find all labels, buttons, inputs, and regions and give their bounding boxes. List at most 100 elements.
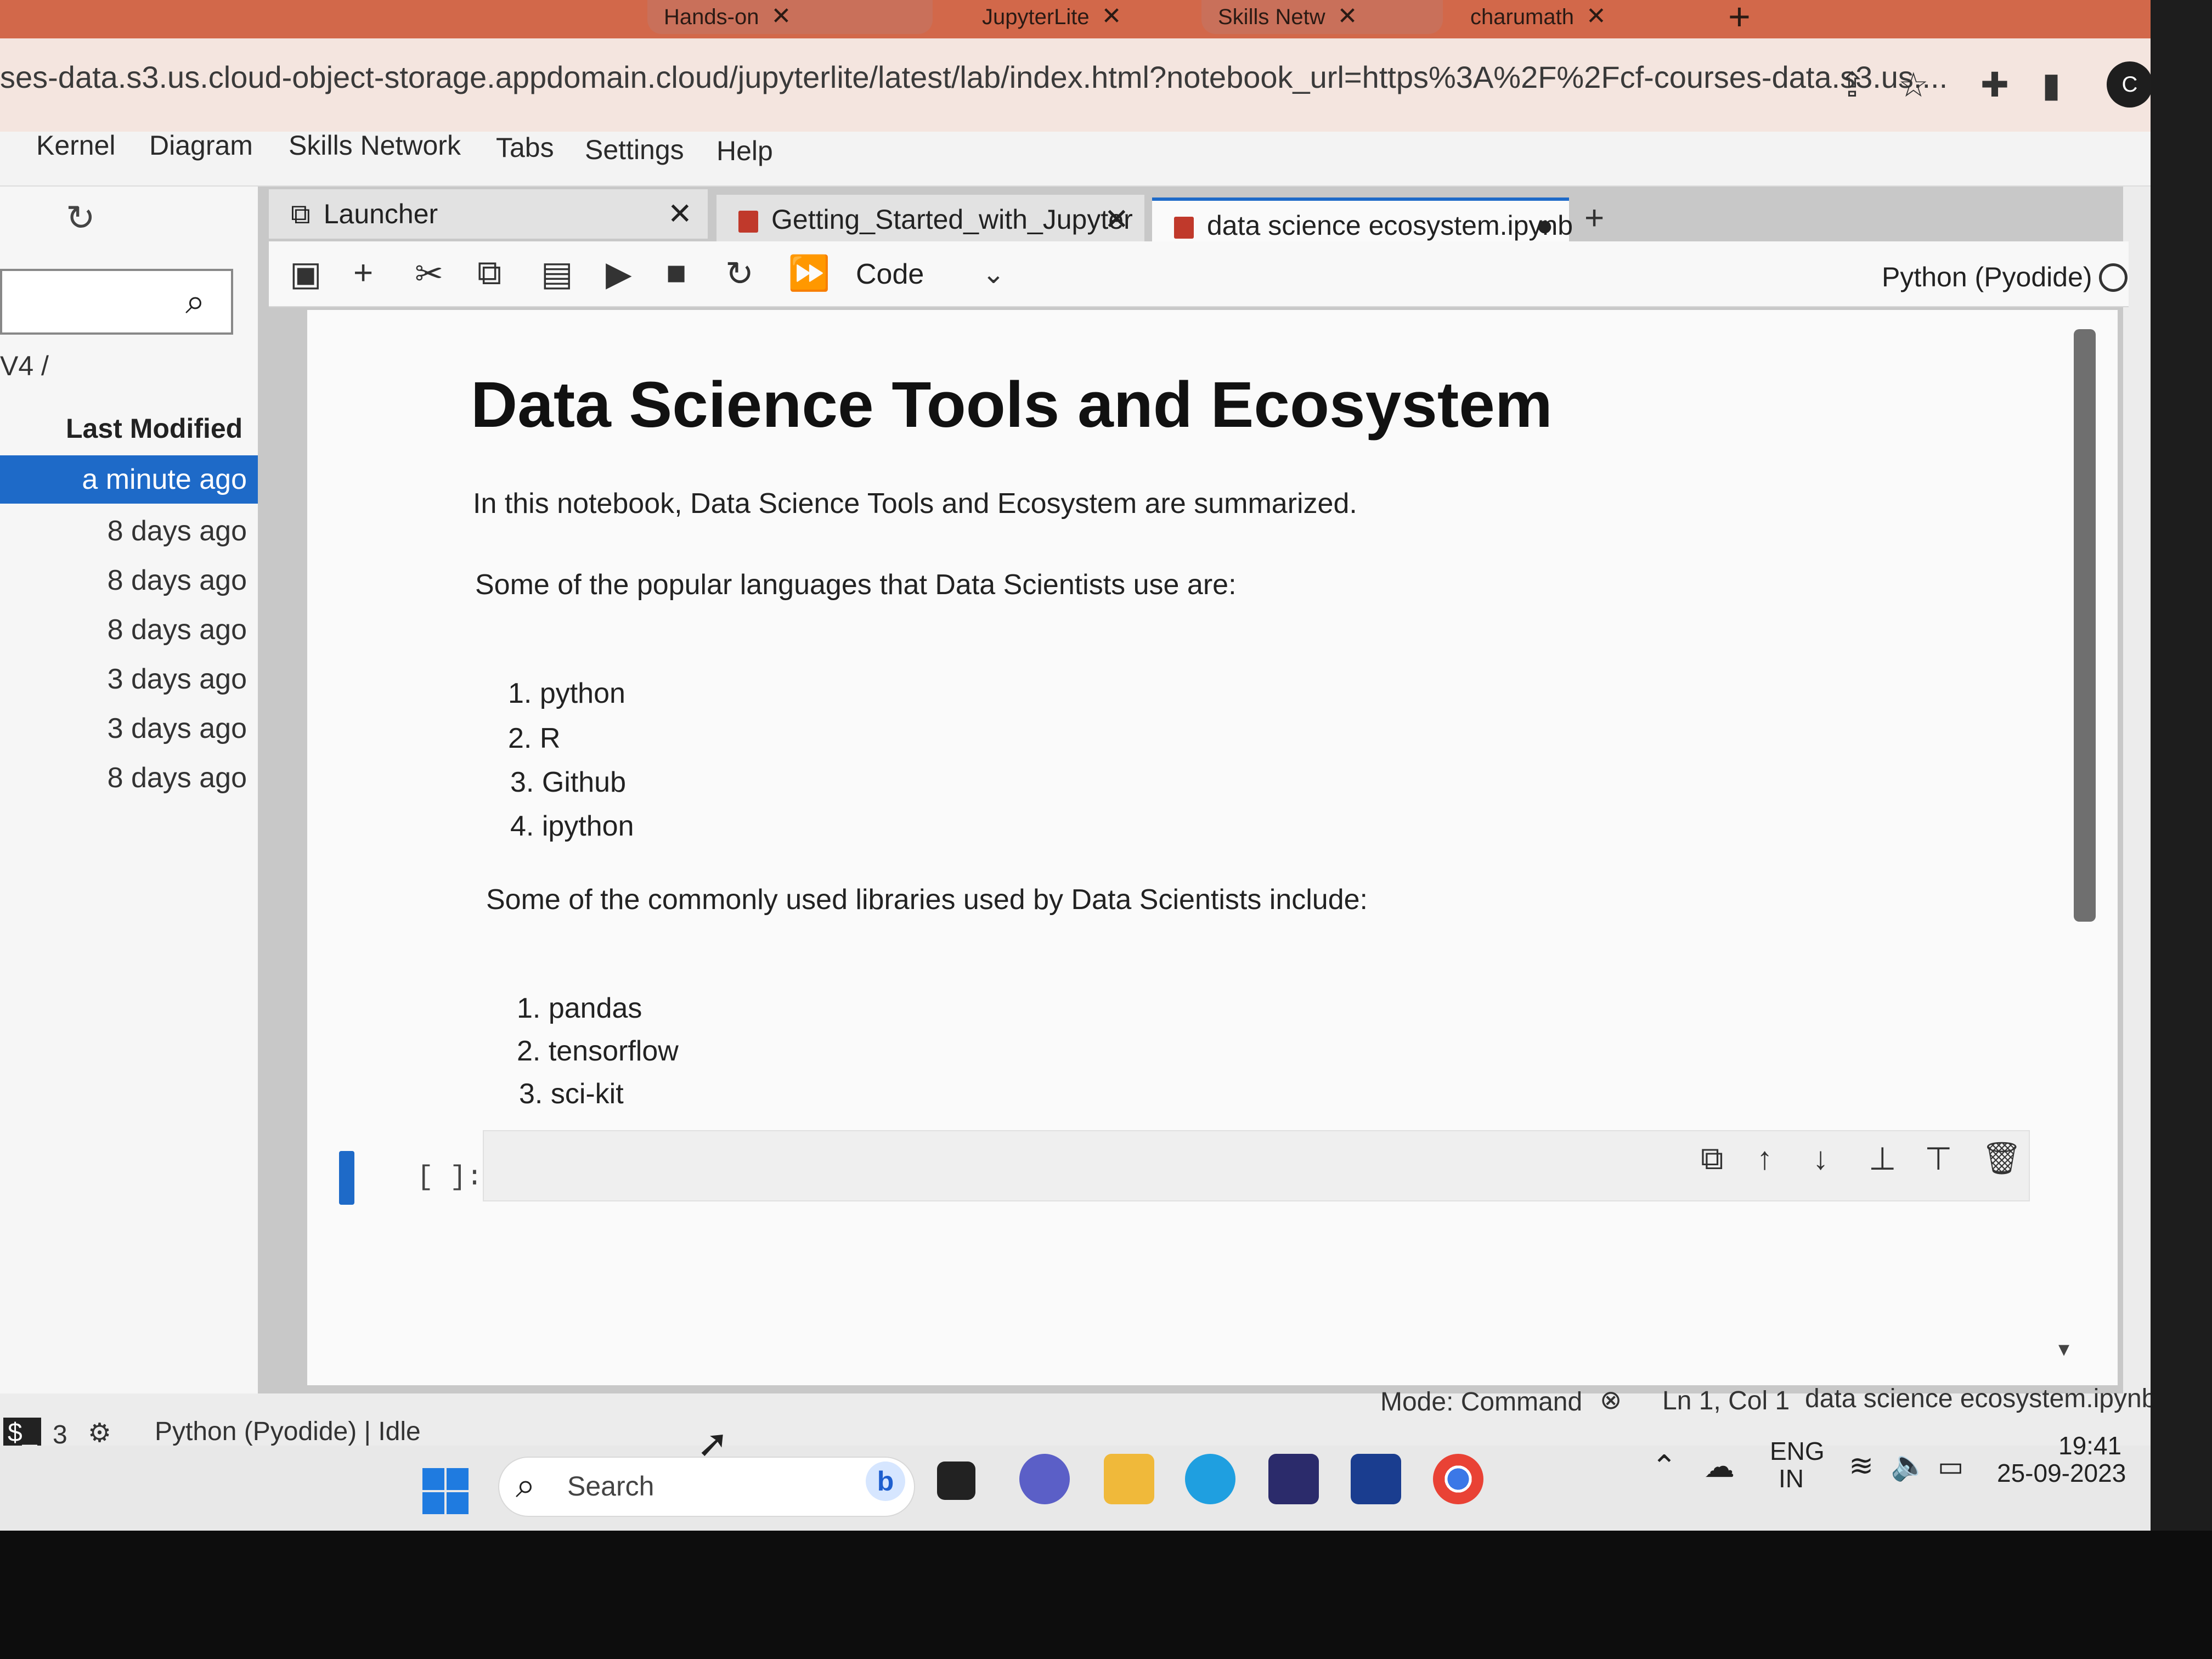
taskbar <box>0 1446 2151 1531</box>
clock-date[interactable]: 25-09-2023 <box>1997 1458 2126 1488</box>
insert-above-icon[interactable]: ⊥ <box>1869 1140 1897 1177</box>
chevron-down-icon[interactable]: ⌄ <box>982 258 1005 290</box>
microsoft-store-icon[interactable] <box>1268 1454 1319 1504</box>
breadcrumb[interactable]: V4 / <box>0 350 49 382</box>
paste-icon[interactable]: ▤ <box>541 253 573 294</box>
cell-type-select[interactable]: Code <box>856 258 924 291</box>
new-tab-icon[interactable]: + <box>1728 0 1751 38</box>
restart-icon[interactable]: ↻ <box>725 253 754 294</box>
launcher-icon: ⧉ <box>291 199 311 229</box>
extensions-icon[interactable]: ✚ <box>1980 65 2009 105</box>
file-row[interactable]: 8 days ago <box>0 606 263 654</box>
error-icon[interactable]: ⊗ <box>1600 1385 1622 1415</box>
browser-tab[interactable]: JupyterLite ✕ <box>966 0 1185 34</box>
task-view-icon[interactable] <box>937 1462 975 1500</box>
region-code: IN <box>1779 1464 1804 1493</box>
delete-cell-icon[interactable]: 🗑 <box>1982 1140 2022 1177</box>
column-header-last-modified[interactable]: Last Modified <box>66 413 242 444</box>
move-up-icon[interactable]: ↑ <box>1757 1140 1773 1177</box>
scroll-down-icon[interactable]: ▾ <box>2058 1336 2069 1362</box>
stop-icon[interactable]: ■ <box>666 253 686 292</box>
close-icon[interactable]: ✕ <box>1338 3 1358 30</box>
file-row[interactable]: 8 days ago <box>0 507 263 555</box>
refresh-icon[interactable]: ↻ <box>66 198 95 239</box>
code-cell-input[interactable] <box>483 1130 2030 1201</box>
terminal-icon[interactable]: $_ <box>3 1418 42 1448</box>
teams-chat-icon[interactable] <box>1019 1454 1070 1504</box>
share-icon[interactable]: ⇪ <box>1838 65 1866 105</box>
languages-intro: Some of the popular languages that Data … <box>475 569 1237 601</box>
mouse-cursor-icon: ➚ <box>697 1422 729 1465</box>
cut-icon[interactable]: ✂ <box>415 253 443 294</box>
tab-data-science-ecosystem[interactable]: data science ecosystem.ipynb ● <box>1152 198 1573 247</box>
menu-kernel[interactable]: Kernel <box>36 129 116 161</box>
kernel-status[interactable]: Python (Pyodide) | Idle <box>155 1417 421 1447</box>
scrollbar[interactable] <box>2074 329 2096 922</box>
wifi-icon[interactable]: ≋ <box>1849 1448 1874 1483</box>
edge-browser-icon[interactable] <box>1185 1454 1235 1504</box>
tab-getting-started[interactable]: Getting_Started_with_Jupyter ✕ <box>716 195 1144 244</box>
profile-avatar[interactable]: C <box>2107 61 2151 108</box>
intro-text: In this notebook, Data Science Tools and… <box>473 488 1357 520</box>
duplicate-cell-icon[interactable]: ⧉ <box>1701 1140 1723 1177</box>
list-item: 1. python <box>508 678 625 709</box>
notebook-title: Data Science Tools and Ecosystem <box>471 369 1553 441</box>
close-icon[interactable]: ✕ <box>1104 195 1129 244</box>
file-row[interactable]: 8 days ago <box>0 556 263 605</box>
language-code[interactable]: ENG <box>1770 1436 1825 1466</box>
menu-settings[interactable]: Settings <box>585 134 684 166</box>
list-item: 1. pandas <box>517 992 642 1024</box>
mode-indicator: Mode: Command <box>1380 1387 1583 1417</box>
close-icon[interactable]: ✕ <box>668 189 692 239</box>
monitor-bezel <box>2151 0 2212 1659</box>
side-panel-icon[interactable]: ▮ <box>2042 65 2061 105</box>
url-field[interactable]: ses-data.s3.us.cloud-object-storage.appd… <box>0 59 1948 95</box>
cpu-icon: ⚙ <box>88 1419 112 1448</box>
list-item: 4. ipython <box>510 810 634 842</box>
tab-launcher[interactable]: ⧉ Launcher ✕ <box>269 189 708 239</box>
browser-tab[interactable]: charumath ✕ <box>1454 0 1695 34</box>
close-icon[interactable]: ✕ <box>771 3 791 30</box>
browser-tab[interactable]: Skills Netw ✕ <box>1201 0 1443 34</box>
add-tab-icon[interactable]: + <box>1584 199 1604 238</box>
menu-diagram[interactable]: Diagram <box>149 129 253 161</box>
cursor-position[interactable]: Ln 1, Col 1 <box>1662 1386 1790 1416</box>
run-icon[interactable]: ▶ <box>606 253 632 294</box>
insert-cell-icon[interactable]: + <box>353 253 373 292</box>
active-cell-indicator <box>339 1151 354 1205</box>
volume-icon[interactable]: 🔈 <box>1891 1448 1927 1483</box>
chrome-icon[interactable] <box>1433 1454 1483 1504</box>
onedrive-icon[interactable]: ☁ <box>1704 1448 1735 1485</box>
file-row[interactable]: 8 days ago <box>0 754 263 802</box>
browser-tab[interactable]: Hands-on ✕ <box>647 0 933 34</box>
notebook-body <box>307 310 2118 1385</box>
monitor-bezel <box>0 1531 2212 1659</box>
move-down-icon[interactable]: ↓ <box>1813 1140 1829 1177</box>
close-icon[interactable]: ✕ <box>1586 3 1606 30</box>
run-all-icon[interactable]: ⏩ <box>788 253 830 294</box>
list-item: 2. R <box>508 723 561 754</box>
bing-icon[interactable]: b <box>866 1462 905 1501</box>
cell-prompt: [ ]: <box>417 1162 483 1193</box>
file-name: data science ecosystem.ipynb <box>1805 1384 2151 1413</box>
close-icon[interactable]: ✕ <box>1102 3 1122 30</box>
menu-skills-network[interactable]: Skills Network <box>289 129 461 161</box>
windows-start-icon[interactable] <box>422 1468 469 1514</box>
battery-icon[interactable]: ▭ <box>1938 1451 1963 1482</box>
kernel-name[interactable]: Python (Pyodide) <box>1882 261 2092 293</box>
kernel-status-icon <box>2099 263 2128 292</box>
taskbar-search-label: Search <box>567 1471 654 1502</box>
menu-tabs[interactable]: Tabs <box>496 132 554 163</box>
file-row[interactable]: a minute ago <box>0 455 263 504</box>
save-icon[interactable]: ▣ <box>290 253 322 294</box>
chevron-up-icon[interactable]: ⌃ <box>1651 1448 1677 1485</box>
clock-time[interactable]: 19:41 <box>2058 1431 2121 1460</box>
menu-help[interactable]: Help <box>716 135 773 167</box>
insert-below-icon[interactable]: ⊤ <box>1925 1140 1953 1177</box>
file-row[interactable]: 3 days ago <box>0 704 263 753</box>
file-row[interactable]: 3 days ago <box>0 655 263 703</box>
star-icon[interactable]: ☆ <box>1898 65 1929 105</box>
file-explorer-icon[interactable] <box>1104 1454 1154 1504</box>
dell-app-icon[interactable] <box>1351 1454 1401 1504</box>
copy-icon[interactable]: ⧉ <box>477 253 501 293</box>
